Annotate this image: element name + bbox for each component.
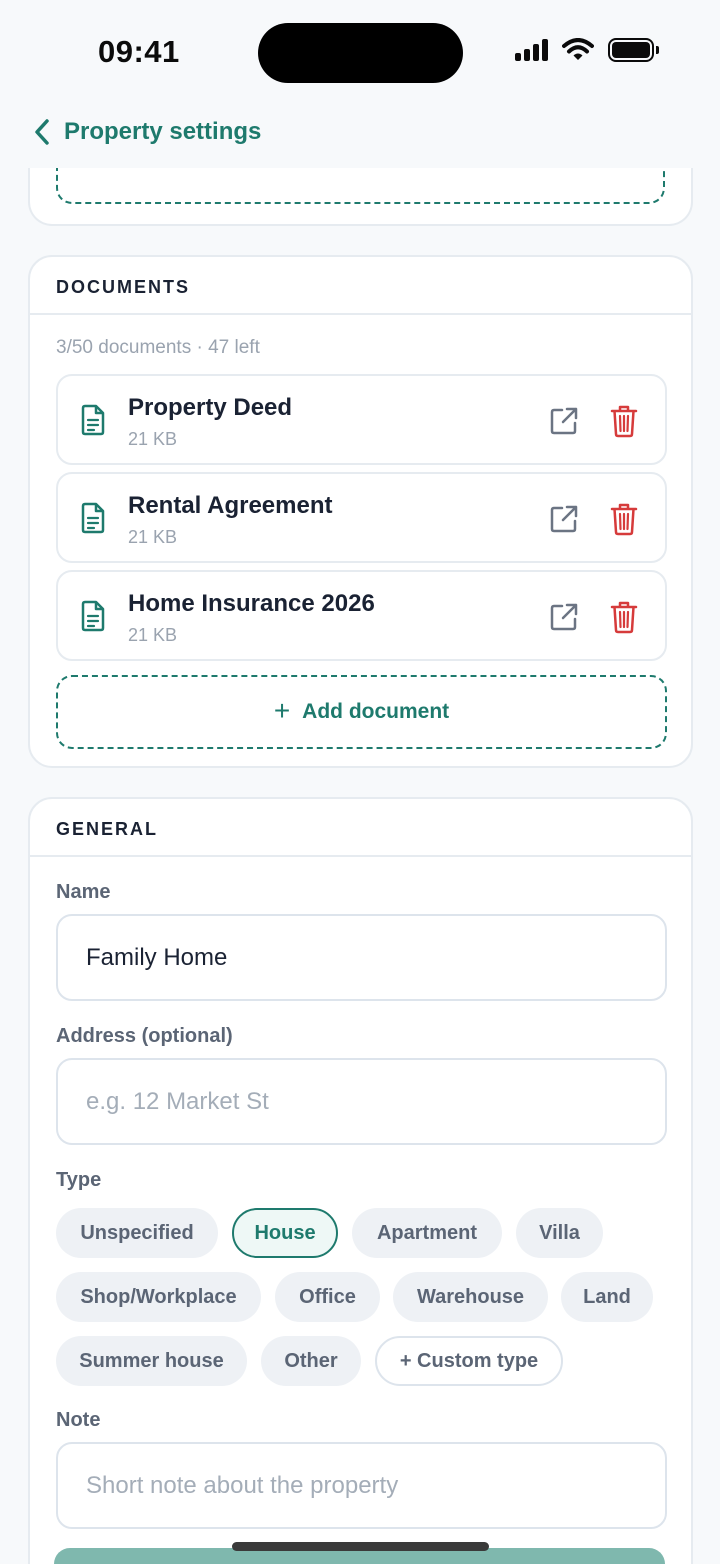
address-field[interactable] — [56, 1058, 667, 1145]
back-label: Property settings — [64, 118, 262, 145]
status-icons — [515, 38, 659, 62]
note-label: Note — [56, 1409, 101, 1431]
chevron-left-icon — [35, 119, 49, 145]
address-label: Address (optional) — [56, 1025, 233, 1047]
dynamic-island — [258, 23, 463, 83]
document-item[interactable]: Home Insurance 2026 21 KB — [56, 570, 667, 661]
external-link-icon[interactable] — [548, 503, 580, 535]
name-label: Name — [56, 881, 111, 903]
type-chip-unspecified[interactable]: Unspecified — [56, 1208, 218, 1258]
custom-type-button[interactable]: + Custom type — [375, 1336, 563, 1386]
wifi-icon — [562, 38, 594, 60]
general-header: GENERAL — [30, 799, 691, 857]
back-button[interactable]: Property settings — [34, 118, 261, 146]
trash-icon[interactable] — [610, 502, 638, 536]
type-chip-other[interactable]: Other — [261, 1336, 361, 1386]
external-link-icon[interactable] — [548, 405, 580, 437]
file-text-icon — [81, 502, 105, 534]
home-indicator — [232, 1542, 489, 1551]
type-label: Type — [56, 1169, 102, 1191]
general-card: GENERAL Name Address (optional) Type Uns… — [28, 797, 693, 1564]
type-chip-house[interactable]: House — [232, 1208, 338, 1258]
document-item[interactable]: Rental Agreement 21 KB — [56, 472, 667, 563]
trash-icon[interactable] — [610, 600, 638, 634]
documents-card: DOCUMENTS 3/50 documents · 47 left Prope… — [28, 255, 693, 768]
status-bar: 09:41 — [0, 0, 720, 100]
type-chip-shop-workplace[interactable]: Shop/Workplace — [56, 1272, 261, 1322]
plus-icon: + — [273, 694, 291, 726]
documents-header: DOCUMENTS — [30, 257, 691, 315]
type-chip-summer-house[interactable]: Summer house — [56, 1336, 247, 1386]
document-name: Home Insurance 2026 — [128, 590, 375, 617]
document-name: Rental Agreement — [128, 492, 333, 519]
add-document-label: Add document — [302, 700, 450, 723]
name-input[interactable] — [86, 943, 637, 972]
type-chip-office[interactable]: Office — [275, 1272, 380, 1322]
type-chip-villa[interactable]: Villa — [516, 1208, 603, 1258]
type-chip-land[interactable]: Land — [561, 1272, 653, 1322]
document-size: 21 KB — [128, 527, 178, 547]
document-name: Property Deed — [128, 394, 293, 421]
external-link-icon[interactable] — [548, 601, 580, 633]
add-document-button[interactable]: + Add document — [56, 675, 667, 749]
document-size: 21 KB — [128, 625, 178, 645]
note-input[interactable] — [86, 1471, 637, 1500]
document-item[interactable]: Property Deed 21 KB — [56, 374, 667, 465]
address-input[interactable] — [86, 1087, 637, 1116]
documents-title: DOCUMENTS — [56, 277, 190, 297]
note-field[interactable] — [56, 1442, 667, 1529]
file-text-icon — [81, 600, 105, 632]
nav-bar: Property settings — [0, 100, 720, 168]
cellular-signal-icon — [515, 39, 548, 61]
file-text-icon — [81, 404, 105, 436]
battery-icon — [608, 38, 659, 62]
document-size: 21 KB — [128, 429, 178, 449]
documents-count: 3/50 documents · 47 left — [56, 337, 260, 358]
type-chip-warehouse[interactable]: Warehouse — [393, 1272, 548, 1322]
status-time: 09:41 — [98, 34, 180, 69]
trash-icon[interactable] — [610, 404, 638, 438]
general-title: GENERAL — [56, 819, 159, 839]
name-field[interactable] — [56, 914, 667, 1001]
screen: 09:41 Property settings DOCUMENTS 3/50 d… — [0, 0, 720, 1564]
type-chip-apartment[interactable]: Apartment — [352, 1208, 502, 1258]
